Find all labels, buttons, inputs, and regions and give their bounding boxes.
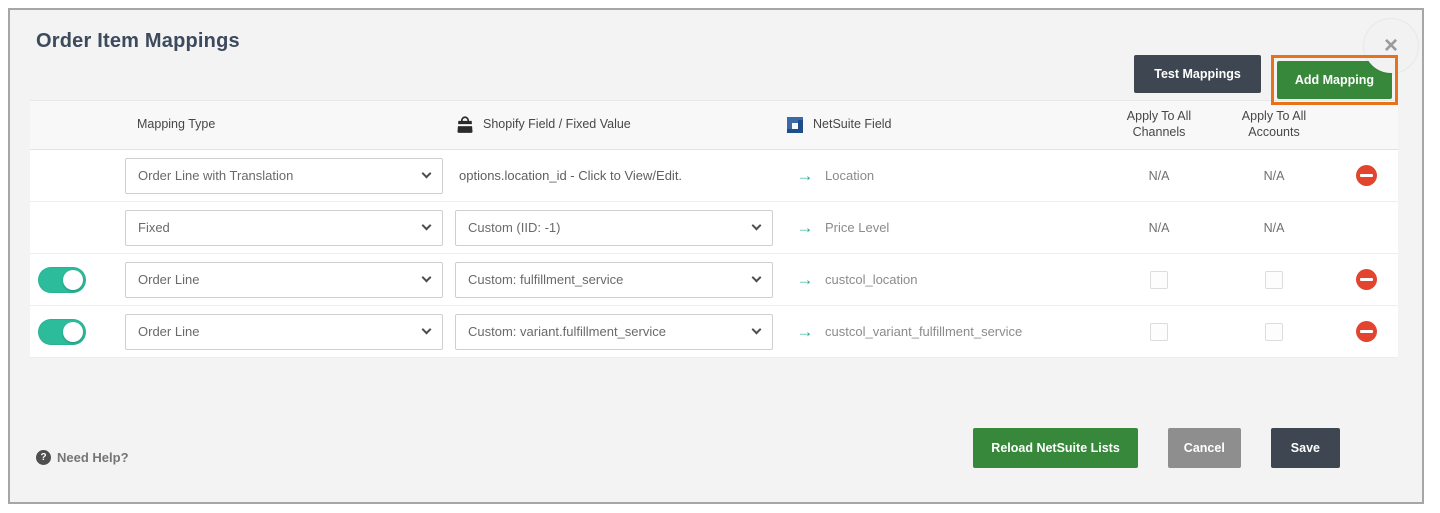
netsuite-icon bbox=[785, 115, 805, 135]
footer-buttons: Reload NetSuite Lists Cancel Save bbox=[973, 428, 1340, 468]
shopify-field-select[interactable]: Custom (IID: -1) bbox=[455, 209, 773, 246]
apply-accounts-value: N/A bbox=[1263, 220, 1285, 235]
question-circle-icon: ? bbox=[36, 450, 51, 465]
apply-channels-value: N/A bbox=[1148, 220, 1170, 235]
apply-channels-value: N/A bbox=[1148, 168, 1170, 183]
netsuite-field-value: custcol_variant_fulfillment_service bbox=[825, 324, 1023, 339]
mapping-type-value: Order Line with Translation bbox=[138, 168, 294, 183]
row-enabled-toggle[interactable] bbox=[38, 266, 86, 293]
apply-channels-checkbox[interactable] bbox=[1150, 322, 1168, 341]
cancel-button[interactable]: Cancel bbox=[1167, 428, 1241, 468]
chevron-down-icon bbox=[421, 220, 432, 231]
arrow-right-icon: → bbox=[796, 165, 814, 185]
netsuite-field-value: Price Level bbox=[825, 220, 890, 235]
header-netsuite-field: NetSuite Field bbox=[785, 115, 1104, 135]
shopify-field-link[interactable]: options.location_id - Click to View/Edit… bbox=[455, 168, 682, 183]
shopify-field-select[interactable]: Custom: variant.fulfillment_service bbox=[455, 313, 773, 350]
arrow-right-icon: → bbox=[796, 269, 814, 289]
close-icon: × bbox=[1383, 32, 1398, 59]
netsuite-field-value: custcol_location bbox=[825, 272, 918, 287]
toggle-knob bbox=[63, 321, 83, 342]
close-button[interactable]: × bbox=[1364, 19, 1418, 73]
table-row: Order Line with Translation options.loca… bbox=[30, 150, 1398, 202]
shopify-header-label: Shopify Field / Fixed Value bbox=[483, 117, 631, 132]
header-apply-channels: Apply To All Channels bbox=[1104, 109, 1214, 140]
need-help-link[interactable]: ? Need Help? bbox=[36, 450, 129, 465]
table-row: Fixed Custom (IID: -1) → Price Level N/A… bbox=[30, 202, 1398, 254]
apply-channels-line1: Apply To All bbox=[1126, 109, 1192, 124]
mapping-type-select[interactable]: Order Line bbox=[125, 313, 443, 350]
mapping-type-value: Order Line bbox=[138, 324, 200, 339]
apply-accounts-checkbox[interactable] bbox=[1265, 270, 1283, 289]
mapping-type-select[interactable]: Fixed bbox=[125, 209, 443, 246]
apply-accounts-value: N/A bbox=[1263, 168, 1285, 183]
mapping-type-value: Fixed bbox=[138, 220, 170, 235]
shopify-field-value: Custom (IID: -1) bbox=[468, 220, 561, 235]
shopify-field-value: Custom: variant.fulfillment_service bbox=[468, 324, 666, 339]
header-shopify-field: Shopify Field / Fixed Value bbox=[455, 115, 785, 135]
apply-accounts-line1: Apply To All bbox=[1241, 109, 1307, 124]
table-header-row: Mapping Type Shopify Field / Fixed Value bbox=[30, 100, 1398, 150]
header-mapping-type: Mapping Type bbox=[125, 117, 455, 133]
netsuite-header-label: NetSuite Field bbox=[813, 117, 892, 132]
chevron-down-icon bbox=[421, 168, 432, 179]
delete-row-button[interactable] bbox=[1355, 321, 1377, 342]
mapping-type-value: Order Line bbox=[138, 272, 200, 287]
toggle-knob bbox=[63, 269, 83, 290]
need-help-label: Need Help? bbox=[57, 450, 129, 465]
toolbar: Test Mappings Add Mapping bbox=[1134, 55, 1398, 105]
apply-channels-line2: Channels bbox=[1132, 125, 1186, 139]
shopify-field-select[interactable]: Custom: fulfillment_service bbox=[455, 261, 773, 298]
chevron-down-icon bbox=[751, 220, 762, 231]
apply-accounts-checkbox[interactable] bbox=[1265, 322, 1283, 341]
arrow-right-icon: → bbox=[796, 321, 814, 341]
apply-channels-checkbox[interactable] bbox=[1150, 270, 1168, 289]
table-row: Order Line Custom: variant.fulfillment_s… bbox=[30, 306, 1398, 358]
header-apply-accounts: Apply To All Accounts bbox=[1214, 109, 1334, 140]
page-title: Order Item Mappings bbox=[36, 30, 240, 52]
reload-netsuite-lists-button[interactable]: Reload NetSuite Lists bbox=[973, 428, 1138, 468]
row-enabled-toggle[interactable] bbox=[38, 318, 86, 345]
shopify-icon bbox=[455, 115, 475, 135]
chevron-down-icon bbox=[751, 324, 762, 335]
arrow-right-icon: → bbox=[796, 217, 814, 237]
chevron-down-icon bbox=[751, 272, 762, 283]
mapping-type-header-label: Mapping Type bbox=[137, 117, 216, 132]
apply-accounts-line2: Accounts bbox=[1248, 125, 1300, 139]
order-item-mappings-panel: Order Item Mappings Test Mappings Add Ma… bbox=[8, 8, 1424, 504]
delete-row-button[interactable] bbox=[1355, 269, 1377, 290]
table-row: Order Line Custom: fulfillment_service →… bbox=[30, 254, 1398, 306]
delete-row-button[interactable] bbox=[1355, 165, 1377, 186]
mapping-type-select[interactable]: Order Line with Translation bbox=[125, 157, 443, 194]
chevron-down-icon bbox=[421, 272, 432, 283]
mapping-table: Mapping Type Shopify Field / Fixed Value bbox=[30, 100, 1398, 358]
test-mappings-button[interactable]: Test Mappings bbox=[1134, 55, 1261, 93]
netsuite-field-value: Location bbox=[825, 168, 875, 183]
save-button[interactable]: Save bbox=[1270, 428, 1340, 468]
shopify-field-value: Custom: fulfillment_service bbox=[468, 272, 624, 287]
mapping-type-select[interactable]: Order Line bbox=[125, 261, 443, 298]
chevron-down-icon bbox=[421, 324, 432, 335]
